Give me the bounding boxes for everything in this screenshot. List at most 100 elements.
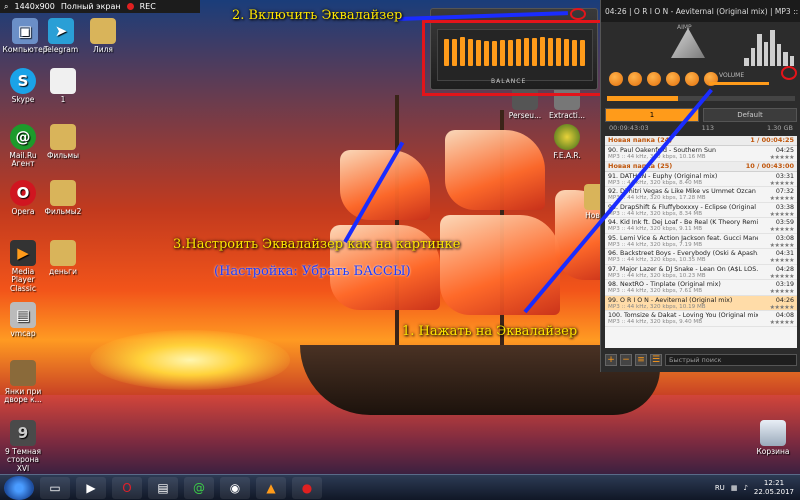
system-tray: RU ▦ ♪ 12:21 22.05.2017 xyxy=(715,479,800,496)
folder-icon xyxy=(50,124,76,150)
taskbar-recorder-icon[interactable]: ● xyxy=(292,476,322,499)
telegram-icon: ➤ xyxy=(48,18,74,44)
equalizer-toggle-button[interactable] xyxy=(570,8,586,20)
folder-icon xyxy=(50,240,76,266)
desktop-icon-fear[interactable]: F.E.A.R. xyxy=(544,124,590,160)
playlist-track-row[interactable]: 90. Paul Oakenfold - Southern SunMP3 :: … xyxy=(605,146,797,162)
taskbar-mailru-icon[interactable]: @ xyxy=(184,476,214,499)
highlight-frame-equalizer xyxy=(422,20,604,96)
taskbar-aimp-icon[interactable]: ▲ xyxy=(256,476,286,499)
playlist-summary: 00:09:43:03 113 1.30 GB xyxy=(609,124,793,132)
playlist-track-row[interactable]: 100. Tomsize & Dakat - Loving You (Origi… xyxy=(605,311,797,327)
rating-stars[interactable]: ★★★★★ xyxy=(770,273,795,280)
folder-icon xyxy=(50,180,76,206)
media-player-icon: ▶ xyxy=(10,240,36,266)
aimp-logo-icon xyxy=(671,28,705,58)
playlist-track-row[interactable]: 92. Dimitri Vegas & Like Mike vs Ummet O… xyxy=(605,187,797,203)
playlist-track-row[interactable]: 94. Kid Ink ft. Dej Loaf - Be Real (K Th… xyxy=(605,218,797,234)
ship-sail xyxy=(440,215,560,315)
playlist-track-row[interactable]: 96. Backstreet Boys - Everybody (Oski & … xyxy=(605,249,797,265)
desktop-icon-recycle-bin[interactable]: Корзина xyxy=(750,420,796,456)
sun-glow xyxy=(90,330,290,390)
quick-search-input[interactable]: Быстрый поиск xyxy=(665,354,797,366)
playlist-track-row[interactable]: 98. NextRO - Tinplate (Original mix) MP3 … xyxy=(605,280,797,296)
playlist-footer: + − ≡ ☰ Быстрый поиск xyxy=(605,352,797,368)
stop-icon[interactable] xyxy=(666,72,680,86)
rating-stars[interactable]: ★★★★★ xyxy=(770,154,795,161)
play-icon[interactable] xyxy=(628,72,642,86)
desktop-icon-1[interactable]: 1 xyxy=(40,68,86,104)
equalizer-open-button[interactable] xyxy=(781,66,797,80)
taskbar: ▭ ▶ O ▤ @ ◉ ▲ ● RU ▦ ♪ 12:21 22.05.2017 xyxy=(0,474,800,500)
next-icon[interactable] xyxy=(685,72,699,86)
fear-icon xyxy=(554,124,580,150)
player-logo-text: AIMP xyxy=(677,24,692,31)
search-icon[interactable]: ⌕ xyxy=(4,2,8,12)
remove-icon[interactable]: − xyxy=(620,354,632,366)
image-file-icon xyxy=(50,68,76,94)
desktop-icon-films2[interactable]: Фильмы2 xyxy=(40,180,86,216)
rating-stars[interactable]: ★★★★★ xyxy=(770,304,795,311)
game-icon xyxy=(10,360,36,386)
desktop-icon-films[interactable]: Фильмы xyxy=(40,124,86,160)
recycle-bin-icon xyxy=(760,420,786,446)
annotation-step3: 3.Настроить Эквалайзер как на картинке xyxy=(173,237,461,252)
taskbar-folder-icon[interactable]: ▤ xyxy=(148,476,178,499)
playback-controls xyxy=(609,72,718,86)
network-icon[interactable]: ▦ xyxy=(731,484,738,492)
rating-stars[interactable]: ★★★★★ xyxy=(770,195,795,202)
sort-icon[interactable]: ≡ xyxy=(635,354,647,366)
rating-stars[interactable]: ★★★★★ xyxy=(770,180,795,187)
spectrum-visualizer xyxy=(744,26,794,66)
taskbar-media-icon[interactable]: ▶ xyxy=(76,476,106,499)
playlist-track-row[interactable]: 99. O R I O N - Aeviternal (Original mix… xyxy=(605,295,797,311)
pause-icon[interactable] xyxy=(647,72,661,86)
rating-stars[interactable]: ★★★★★ xyxy=(770,319,795,326)
desktop-icon-telegram[interactable]: ➤ Telegram xyxy=(38,18,84,54)
rating-stars[interactable]: ★★★★★ xyxy=(770,242,795,249)
taskbar-explorer-icon[interactable]: ▭ xyxy=(40,476,70,499)
playlist-track-row[interactable]: 95. Lemi Vice & Action Jackson feat. Guc… xyxy=(605,234,797,249)
start-button[interactable] xyxy=(4,475,34,500)
playlist-menu-icon[interactable]: ☰ xyxy=(650,354,662,366)
rating-stars[interactable]: ★★★★★ xyxy=(770,211,795,218)
playlist-tabs: 1 Default xyxy=(605,108,797,122)
desktop-icon-lilya[interactable]: Лиля xyxy=(80,18,126,54)
recorder-resolution[interactable]: 1440x900 xyxy=(14,2,54,11)
desktop-icon-money[interactable]: деньги xyxy=(40,240,86,276)
annotation-step3-note: (Настройка: Убрать БАССЫ) xyxy=(214,264,411,279)
previous-icon[interactable] xyxy=(609,72,623,86)
tab-default[interactable]: Default xyxy=(703,108,797,122)
folder-icon xyxy=(90,18,116,44)
volume-label: VOLUME xyxy=(719,72,745,79)
ship-sail xyxy=(445,130,545,210)
playlist-group-header[interactable]: Новая папка (24) 1 / 00:04:25 xyxy=(605,136,797,146)
now-playing-text: 04:26 | O R I O N - Aeviternal (Original… xyxy=(605,6,800,16)
recorder-bar: ⌕ 1440x900 Полный экран REC xyxy=(0,0,200,13)
add-icon[interactable]: + xyxy=(605,354,617,366)
rating-stars[interactable]: ★★★★★ xyxy=(770,226,795,233)
opera-icon: O xyxy=(10,180,36,206)
game-icon: 9 xyxy=(10,420,36,446)
volume-slider[interactable] xyxy=(709,82,769,85)
recorder-mode[interactable]: Полный экран xyxy=(61,2,121,11)
computer-icon: ▣ xyxy=(12,18,38,44)
taskbar-opera-icon[interactable]: O xyxy=(112,476,142,499)
record-icon[interactable] xyxy=(126,3,134,10)
language-indicator[interactable]: RU xyxy=(715,484,725,492)
desktop-icon-darkside[interactable]: 99 Темная сторона XVI xyxy=(0,420,46,473)
clock[interactable]: 12:21 22.05.2017 xyxy=(754,479,794,496)
playlist: Новая папка (24) 1 / 00:04:25 90. Paul Oak… xyxy=(605,136,797,348)
vmcap-icon: ▤ xyxy=(10,302,36,328)
desktop-icon-yankee[interactable]: Янки при дворе к... xyxy=(0,360,46,405)
volume-icon[interactable]: ♪ xyxy=(743,484,747,492)
playlist-group-header[interactable]: Новая папка (25) 10 / 00:43:00 xyxy=(605,161,797,172)
playlist-track-row[interactable]: 93. DrapShift & Fluffyboxxxy - Eclipse (… xyxy=(605,203,797,218)
desktop-icon-vmcap[interactable]: ▤ vmcap xyxy=(0,302,46,338)
taskbar-app-icon[interactable]: ◉ xyxy=(220,476,250,499)
playlist-track-row[interactable]: 97. Major Lazer & DJ Snake - Lean On (A$… xyxy=(605,265,797,280)
rating-stars[interactable]: ★★★★★ xyxy=(770,288,795,295)
rating-stars[interactable]: ★★★★★ xyxy=(770,257,795,264)
mailru-agent-icon: @ xyxy=(10,124,36,150)
recorder-rec-label[interactable]: REC xyxy=(140,2,156,11)
